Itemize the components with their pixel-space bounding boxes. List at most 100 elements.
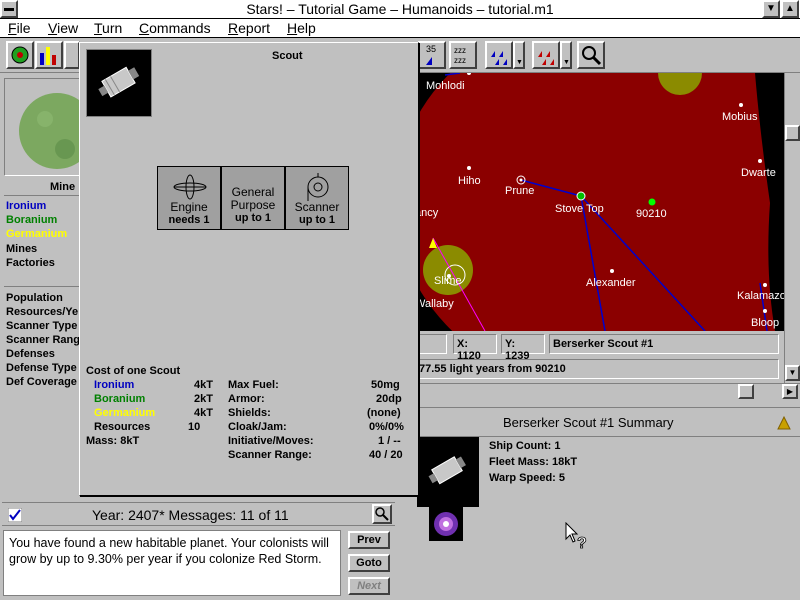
general-slot-name: General Purpose	[230, 185, 276, 212]
planet-label[interactable]: Wallaby	[415, 298, 454, 310]
menu-commands[interactable]: Commands	[139, 20, 211, 36]
scanner-range-value: 40 / 20	[369, 449, 403, 461]
map-status-bar: X: 1120 Y: 1239 Berserker Scout #1	[415, 333, 783, 362]
planet-label[interactable]: Stove Top	[555, 203, 604, 215]
planet-view-button[interactable]	[6, 41, 34, 69]
goto-button[interactable]: Goto	[348, 554, 390, 572]
prev-button[interactable]: Prev	[348, 531, 390, 549]
boranium-label: Boranium	[6, 214, 58, 226]
planet-label[interactable]: Mobius	[722, 111, 757, 123]
scanner-icon	[307, 173, 329, 201]
dialog-title: Scout	[272, 50, 303, 62]
planet-image-frame	[4, 78, 95, 176]
planet-panel: Mine Ironium Boranium Germanium Mines Fa…	[0, 74, 95, 494]
concentration-button[interactable]	[64, 41, 80, 69]
planet-label[interactable]: Kalamazo	[737, 290, 785, 302]
fleet-filter-dropdown[interactable]: ▼	[513, 41, 525, 69]
mass-label: Mass: 8kT	[86, 435, 140, 447]
cost-germanium-value: 4kT	[194, 407, 213, 419]
menu-report[interactable]: Report	[228, 20, 270, 36]
scanner-range-button[interactable]: 35	[418, 41, 446, 69]
defense-type-label: Defense Type	[6, 362, 77, 374]
y-coordinate: Y: 1239	[501, 334, 545, 362]
maximize-button[interactable]: ▲	[781, 0, 799, 18]
planet-label[interactable]: Dwarte	[741, 167, 776, 179]
menu-bar: File View Turn Commands Report Help	[0, 19, 800, 38]
bar-graph-icon	[40, 47, 56, 65]
map-vertical-scrollbar[interactable]: ▼	[784, 73, 800, 383]
planet-label[interactable]: Prune	[505, 185, 534, 197]
shields-value: (none)	[367, 407, 401, 419]
mines-label: Mines	[6, 243, 38, 255]
cost-ironium-value: 4kT	[194, 379, 213, 391]
enemy-fleet-button[interactable]	[532, 41, 560, 69]
menu-file[interactable]: File	[8, 20, 31, 36]
defenses-label: Defenses	[6, 348, 55, 360]
fleet-mass: Fleet Mass: 18kT	[489, 456, 578, 468]
messages-panel: Year: 2407* Messages: 11 of 11 You have …	[0, 500, 397, 600]
fleet-icon	[491, 51, 507, 65]
window-title: Stars! – Tutorial Game – Humanoids – tut…	[246, 1, 554, 17]
germanium-label: Germanium	[6, 228, 68, 240]
triangle-icon	[426, 57, 432, 65]
population-label: Population	[6, 292, 63, 304]
map-horizontal-scrollbar[interactable]: ▶	[415, 383, 800, 399]
title-bar: ▬ Stars! – Tutorial Game – Humanoids – t…	[0, 0, 800, 19]
mine-header: Mine	[4, 180, 80, 196]
scroll-down-arrow[interactable]: ▼	[785, 365, 800, 381]
menu-help[interactable]: Help	[287, 20, 316, 36]
general-purpose-slot[interactable]: General Purpose up to 1	[221, 166, 285, 230]
enemy-fleet-icon	[538, 51, 554, 65]
initiative-value: 1 / --	[378, 435, 401, 447]
engine-slot-name: Engine	[170, 200, 208, 214]
scroll-thumb[interactable]	[738, 384, 754, 399]
scanner-slot[interactable]: Scanner up to 1	[285, 166, 349, 230]
shields-label: Shields:	[228, 407, 271, 419]
planet-label[interactable]: 90210	[636, 208, 667, 220]
ship-image	[86, 49, 152, 117]
magnifier-icon	[582, 46, 602, 66]
engine-icon	[173, 174, 207, 200]
zoom-to-button[interactable]	[372, 504, 392, 524]
zoom-button[interactable]	[577, 41, 605, 69]
next-button[interactable]: Next	[348, 577, 390, 595]
distance-readout: 77.55 light years from 90210	[415, 359, 779, 379]
planet-label[interactable]: Mohlodi	[426, 80, 465, 92]
cost-boranium-label: Boranium	[94, 393, 146, 405]
svg-text:zzz: zzz	[454, 56, 466, 65]
planet-label[interactable]: Bloop	[751, 317, 779, 329]
checkmark-icon[interactable]	[8, 508, 22, 522]
cloak-value: 0%/0%	[369, 421, 404, 433]
resources-label: Resources/Ye	[6, 306, 79, 318]
collapse-arrow-icon[interactable]	[777, 416, 791, 430]
menu-view[interactable]: View	[48, 20, 78, 36]
factories-label: Factories	[6, 257, 55, 269]
planet-label[interactable]: Hiho	[458, 175, 481, 187]
summary-header: Berserker Scout #1 Summary	[415, 407, 800, 437]
scanner-slot-requirement: up to 1	[298, 214, 336, 226]
planet-label[interactable]: Slime	[434, 275, 462, 287]
surface-minerals-button[interactable]	[35, 41, 63, 69]
help-cursor-icon: ?	[565, 522, 587, 552]
star-map[interactable]: Mohlodi Mobius Dwarte Hiho Prune Stove T…	[415, 73, 785, 331]
warp-speed: Warp Speed: 5	[489, 472, 565, 484]
scroll-right-arrow[interactable]: ▶	[782, 384, 798, 399]
planet-image	[19, 93, 95, 169]
general-slot-requirement: up to 1	[234, 212, 272, 224]
minimize-button[interactable]: ▼	[762, 0, 780, 18]
svg-text:zzz: zzz	[454, 46, 466, 55]
scroll-thumb[interactable]	[785, 125, 800, 141]
idle-fleets-button[interactable]: zzz zzz	[449, 41, 477, 69]
scanner-range-label: Scanner Range:	[228, 449, 312, 461]
planet-label[interactable]: Alexander	[586, 277, 636, 289]
fleet-filter-button[interactable]	[485, 41, 513, 69]
armor-value: 20dp	[376, 393, 402, 405]
object-name: Berserker Scout #1	[549, 334, 779, 354]
cost-germanium-label: Germanium	[94, 407, 156, 419]
messages-status: Year: 2407* Messages: 11 of 11	[92, 507, 289, 523]
message-text: You have found a new habitable planet. Y…	[3, 530, 341, 596]
enemy-fleet-dropdown[interactable]: ▼	[560, 41, 572, 69]
engine-slot[interactable]: Engine needs 1	[157, 166, 221, 230]
menu-turn[interactable]: Turn	[94, 20, 122, 36]
cost-resources-value: 10	[188, 421, 201, 433]
